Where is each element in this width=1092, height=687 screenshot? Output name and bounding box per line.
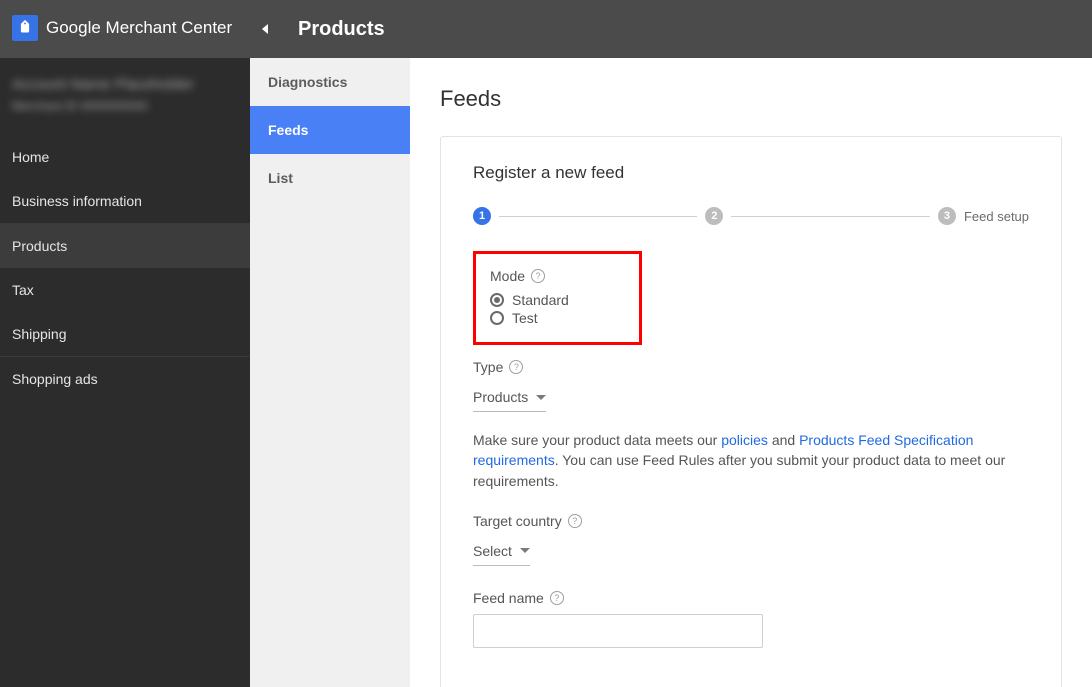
target-country-label: Target country ? (473, 513, 1029, 529)
primary-nav: Home Business information Products Tax S… (0, 135, 250, 401)
caret-down-icon (520, 548, 530, 553)
chevron-left-icon (262, 24, 268, 34)
nav-tax[interactable]: Tax (0, 268, 250, 312)
step-3-circle: 3 (938, 207, 956, 225)
nav-shopping-ads[interactable]: Shopping ads (0, 357, 250, 401)
type-label-text: Type (473, 359, 503, 375)
content-row: Diagnostics Feeds List Feeds Register a … (250, 58, 1092, 687)
brand-text: Google Merchant Center (46, 18, 232, 38)
helper-text: Make sure your product data meets our po… (473, 430, 1029, 491)
account-info: Account Name Placeholder Merchant ID 000… (0, 58, 250, 135)
right-column: Products Diagnostics Feeds List Feeds Re… (250, 0, 1092, 687)
mode-label: Mode ? (490, 268, 569, 284)
type-label: Type ? (473, 359, 1029, 375)
type-selected: Products (473, 389, 528, 405)
card-title: Register a new feed (473, 163, 1029, 183)
help-icon[interactable]: ? (550, 591, 564, 605)
nav-home[interactable]: Home (0, 135, 250, 179)
brand-word1: Google (46, 18, 101, 37)
step-3-label: Feed setup (964, 209, 1029, 224)
step-2-circle: 2 (705, 207, 723, 225)
mode-section: Mode ? Standard Test (473, 251, 642, 345)
target-country-selected: Select (473, 543, 512, 559)
step-line (731, 216, 929, 217)
feed-name-label: Feed name ? (473, 590, 1029, 606)
account-id: Merchant ID 0000000000 (12, 99, 238, 113)
tab-diagnostics[interactable]: Diagnostics (250, 58, 410, 106)
header-title: Products (298, 18, 385, 41)
nav-products[interactable]: Products (0, 224, 250, 268)
secondary-nav: Diagnostics Feeds List (250, 58, 410, 687)
type-section: Type ? Products (473, 359, 1029, 412)
nav-business-information[interactable]: Business information (0, 179, 250, 223)
help-icon[interactable]: ? (531, 269, 545, 283)
register-feed-card: Register a new feed 1 2 3 Feed setup Mod… (440, 136, 1062, 687)
step-1-circle: 1 (473, 207, 491, 225)
feed-name-input[interactable] (473, 614, 763, 648)
mode-standard-radio[interactable]: Standard (490, 292, 569, 308)
caret-down-icon (536, 395, 546, 400)
header-bar: Products (250, 0, 1092, 58)
target-country-dropdown[interactable]: Select (473, 537, 530, 566)
radio-icon (490, 311, 504, 325)
account-name: Account Name Placeholder (12, 76, 238, 93)
type-dropdown[interactable]: Products (473, 383, 546, 412)
mode-standard-label: Standard (512, 292, 569, 308)
left-sidebar: Google Merchant Center Account Name Plac… (0, 0, 250, 687)
feed-name-section: Feed name ? (473, 590, 1029, 648)
tab-feeds[interactable]: Feeds (250, 106, 410, 154)
helper-pre: Make sure your product data meets our (473, 432, 721, 448)
target-country-section: Target country ? Select (473, 513, 1029, 566)
mode-test-label: Test (512, 310, 538, 326)
brand: Google Merchant Center (0, 0, 250, 58)
radio-icon (490, 293, 504, 307)
mode-test-radio[interactable]: Test (490, 310, 569, 326)
feed-name-label-text: Feed name (473, 590, 544, 606)
collapse-sidebar-button[interactable] (250, 0, 280, 58)
help-icon[interactable]: ? (509, 360, 523, 374)
help-icon[interactable]: ? (568, 514, 582, 528)
policies-link[interactable]: policies (721, 432, 768, 448)
nav-shipping[interactable]: Shipping (0, 312, 250, 356)
target-country-label-text: Target country (473, 513, 562, 529)
mode-label-text: Mode (490, 268, 525, 284)
helper-mid: and (768, 432, 799, 448)
merchant-tag-icon (12, 15, 38, 41)
page-title: Feeds (440, 86, 1062, 112)
tab-list[interactable]: List (250, 154, 410, 202)
stepper: 1 2 3 Feed setup (473, 207, 1029, 225)
main-content: Feeds Register a new feed 1 2 3 Feed set… (410, 58, 1092, 687)
brand-word2: Merchant Center (101, 18, 232, 37)
step-line (499, 216, 697, 217)
